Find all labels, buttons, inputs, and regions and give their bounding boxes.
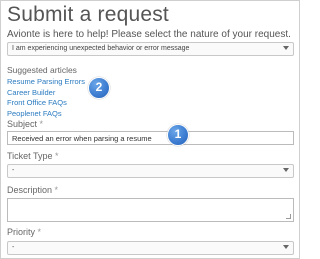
resize-grip-icon[interactable] [286, 214, 291, 219]
ticket-type-select[interactable]: - [7, 164, 294, 178]
priority-value: - [12, 244, 15, 251]
description-label: Description * [7, 185, 58, 195]
subject-label-text: Subject [7, 119, 38, 129]
request-nature-value: I am experiencing unexpected behavior or… [12, 45, 190, 52]
request-form-panel: Submit a request Avionte is here to help… [0, 0, 300, 259]
page-title: Submit a request [7, 3, 169, 26]
intro-text: Avionte is here to help! Please select t… [7, 29, 291, 40]
subject-label: Subject * [7, 119, 43, 129]
article-link-peoplenet[interactable]: Peoplenet FAQs [7, 109, 85, 120]
article-link-front-office[interactable]: Front Office FAQs [7, 98, 85, 109]
suggested-articles-list: Resume Parsing Errors Career Builder Fro… [7, 77, 85, 119]
suggested-articles-heading: Suggested articles [7, 65, 77, 75]
ticket-type-label-text: Ticket Type [7, 151, 53, 161]
chevron-down-icon [283, 46, 289, 50]
ticket-type-required-mark: * [55, 151, 59, 161]
priority-label-text: Priority [7, 227, 36, 237]
chevron-down-icon [283, 168, 289, 172]
subject-required-mark: * [39, 119, 44, 129]
priority-select[interactable]: - [7, 241, 294, 255]
priority-required-mark: * [37, 227, 42, 237]
ticket-type-label: Ticket Type * [7, 151, 59, 161]
callout-badge-1: 1 [167, 124, 189, 146]
description-required-mark: * [54, 185, 59, 195]
description-label-text: Description [7, 185, 53, 195]
priority-label: Priority * [7, 227, 41, 237]
request-nature-select[interactable]: I am experiencing unexpected behavior or… [7, 42, 294, 56]
article-link-career-builder[interactable]: Career Builder [7, 88, 85, 99]
ticket-type-value: - [12, 167, 15, 174]
article-link-resume-parsing[interactable]: Resume Parsing Errors [7, 77, 85, 88]
description-textarea[interactable] [7, 198, 294, 222]
subject-input[interactable]: Received an error when parsing a resume [7, 131, 294, 145]
callout-badge-2: 2 [88, 77, 110, 99]
chevron-down-icon [283, 245, 289, 249]
